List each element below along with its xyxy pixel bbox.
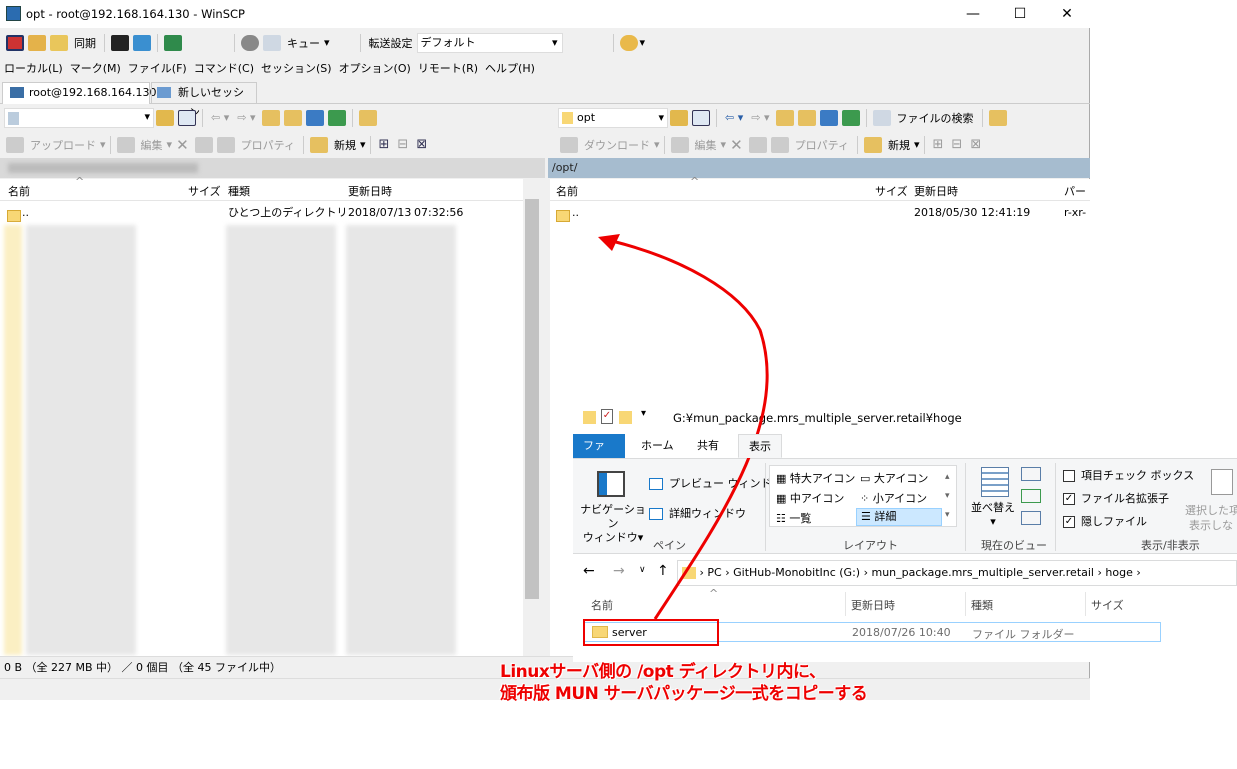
annotation-arrow (598, 234, 769, 620)
annotation-text: Linuxサーバ側の /opt ディレクトリ内に、 頒布版 MUN サーバパッケ… (500, 661, 868, 705)
annotation-line2: 頒布版 MUN サーバパッケージ一式をコピーする (500, 684, 868, 704)
ribbon-tab-view[interactable]: 表示 (738, 434, 782, 458)
annotation-line1: Linuxサーバ側の /opt ディレクトリ内に、 (500, 662, 826, 682)
